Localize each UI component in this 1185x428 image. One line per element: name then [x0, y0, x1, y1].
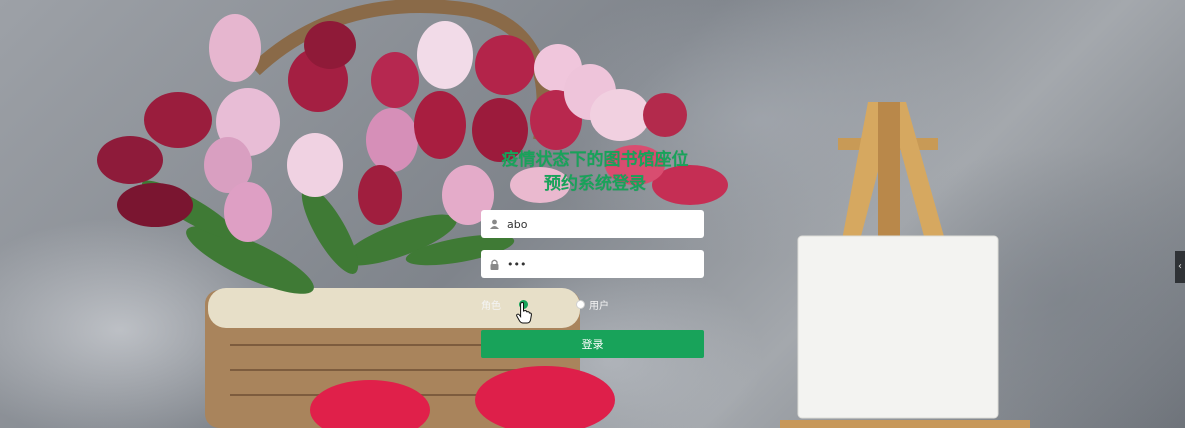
login-title: 疫情状态下的图书馆座位 预约系统登录 — [470, 148, 720, 196]
blank-canvas-illustration — [797, 235, 999, 419]
lock-icon — [487, 257, 501, 271]
login-title-line1: 疫情状态下的图书馆座位 — [501, 150, 689, 170]
role-selector: 角色 用户 — [481, 296, 704, 312]
role-option-radio-2[interactable] — [576, 299, 585, 309]
login-button[interactable]: 登录 — [481, 330, 704, 358]
collapse-tab-button[interactable]: ‹ — [1175, 251, 1185, 283]
username-input[interactable] — [505, 216, 699, 232]
chevron-left-icon: ‹ — [1178, 261, 1182, 272]
login-title-line2: 预约系统登录 — [544, 174, 646, 194]
hand-pointer-icon — [516, 302, 532, 324]
role-label: 角色 — [481, 300, 501, 312]
username-field[interactable] — [481, 210, 704, 238]
user-icon — [487, 217, 501, 231]
password-input[interactable] — [505, 256, 699, 272]
password-field[interactable] — [481, 250, 704, 278]
role-option-label-2: 用户 — [589, 300, 609, 312]
tulips-illustration — [97, 14, 728, 242]
